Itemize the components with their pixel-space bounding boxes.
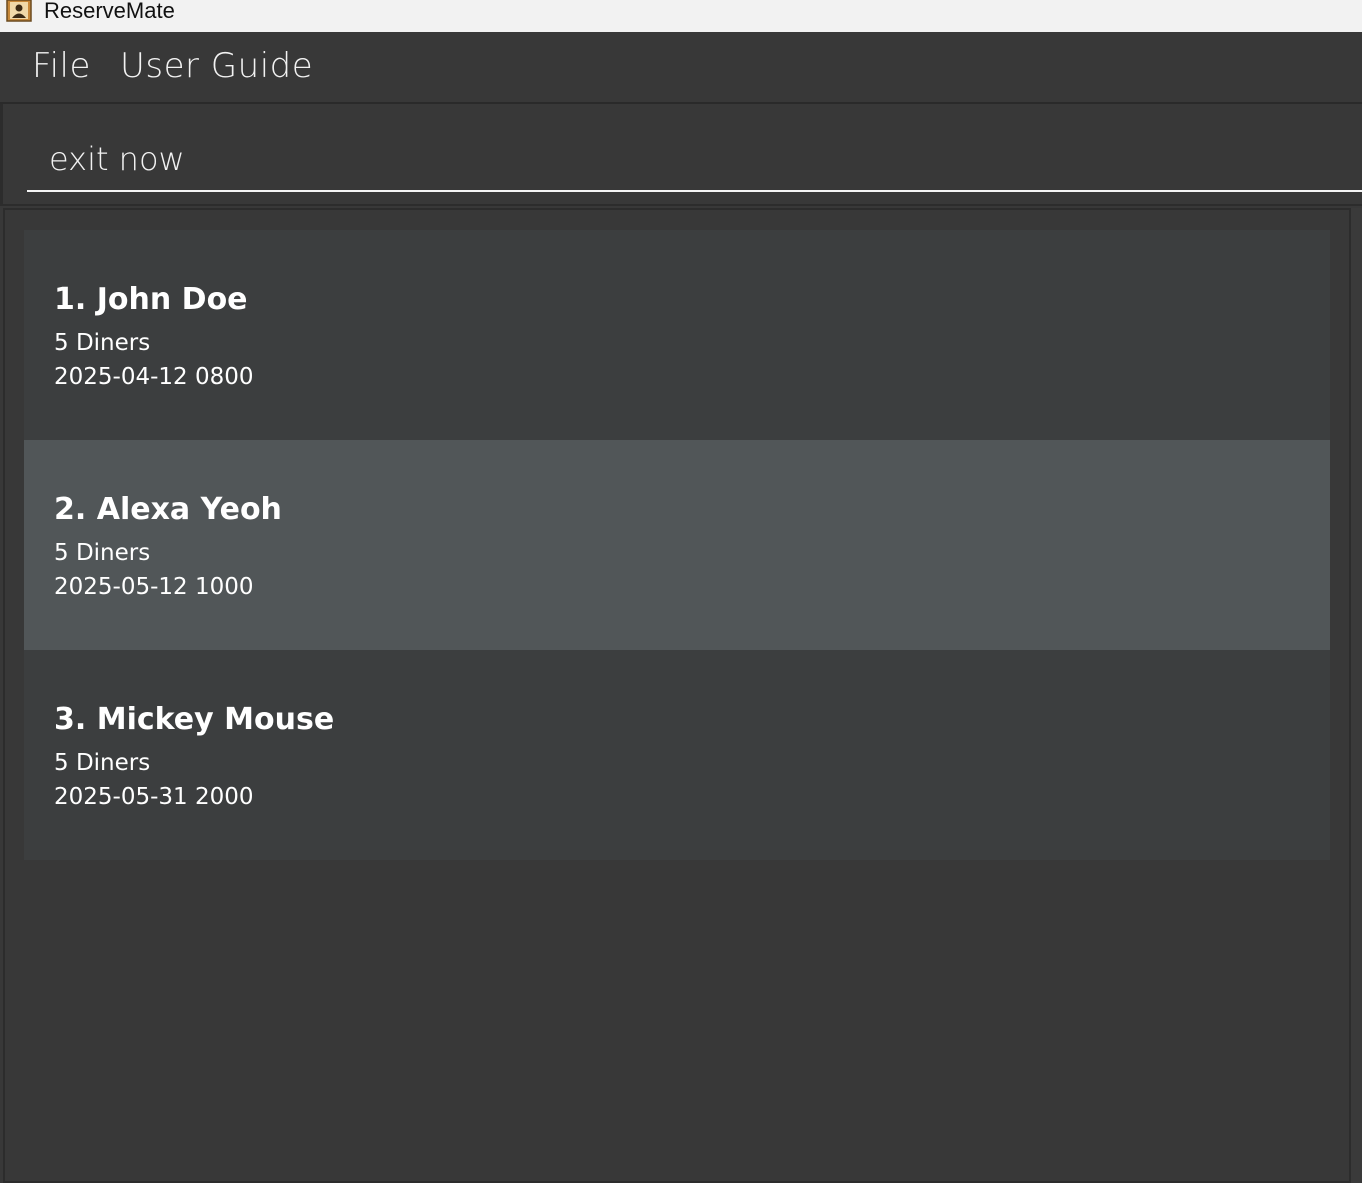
reservation-diners: 5 Diners — [54, 540, 151, 566]
command-input[interactable] — [27, 104, 1362, 192]
reservation-card-3[interactable]: 3. Mickey Mouse 5 Diners 2025-05-31 2000 — [24, 650, 1330, 860]
reservation-diners: 5 Diners — [54, 750, 151, 776]
reservation-index: 1. — [54, 282, 87, 317]
reservation-card-2[interactable]: 2. Alexa Yeoh 5 Diners 2025-05-12 1000 — [24, 440, 1330, 650]
command-box — [0, 104, 1362, 206]
reservation-name: Alexa Yeoh — [96, 492, 282, 527]
reservation-datetime: 2025-04-12 0800 — [54, 364, 254, 390]
window-title: ReserveMate — [44, 0, 175, 23]
reservation-name: John Doe — [96, 282, 248, 317]
reservation-title: 1. John Doe — [54, 280, 248, 320]
reservation-datetime: 2025-05-31 2000 — [54, 784, 254, 810]
reservation-title: 2. Alexa Yeoh — [54, 490, 282, 530]
reservation-index: 2. — [54, 492, 87, 527]
contacts-book-icon — [6, 0, 32, 22]
window-titlebar: ReserveMate — [0, 0, 1362, 32]
reservation-title: 3. Mickey Mouse — [54, 700, 334, 740]
list-scrollbar[interactable] — [1351, 208, 1362, 1183]
menu-file[interactable]: File — [32, 46, 91, 86]
menu-user-guide[interactable]: User Guide — [120, 46, 313, 86]
reservation-datetime: 2025-05-12 1000 — [54, 574, 254, 600]
reservation-card-1[interactable]: 1. John Doe 5 Diners 2025-04-12 0800 — [24, 230, 1330, 440]
menu-bar: File User Guide — [0, 32, 1362, 104]
reservation-index: 3. — [54, 702, 87, 737]
reservation-diners: 5 Diners — [54, 330, 151, 356]
reservation-name: Mickey Mouse — [96, 702, 335, 737]
